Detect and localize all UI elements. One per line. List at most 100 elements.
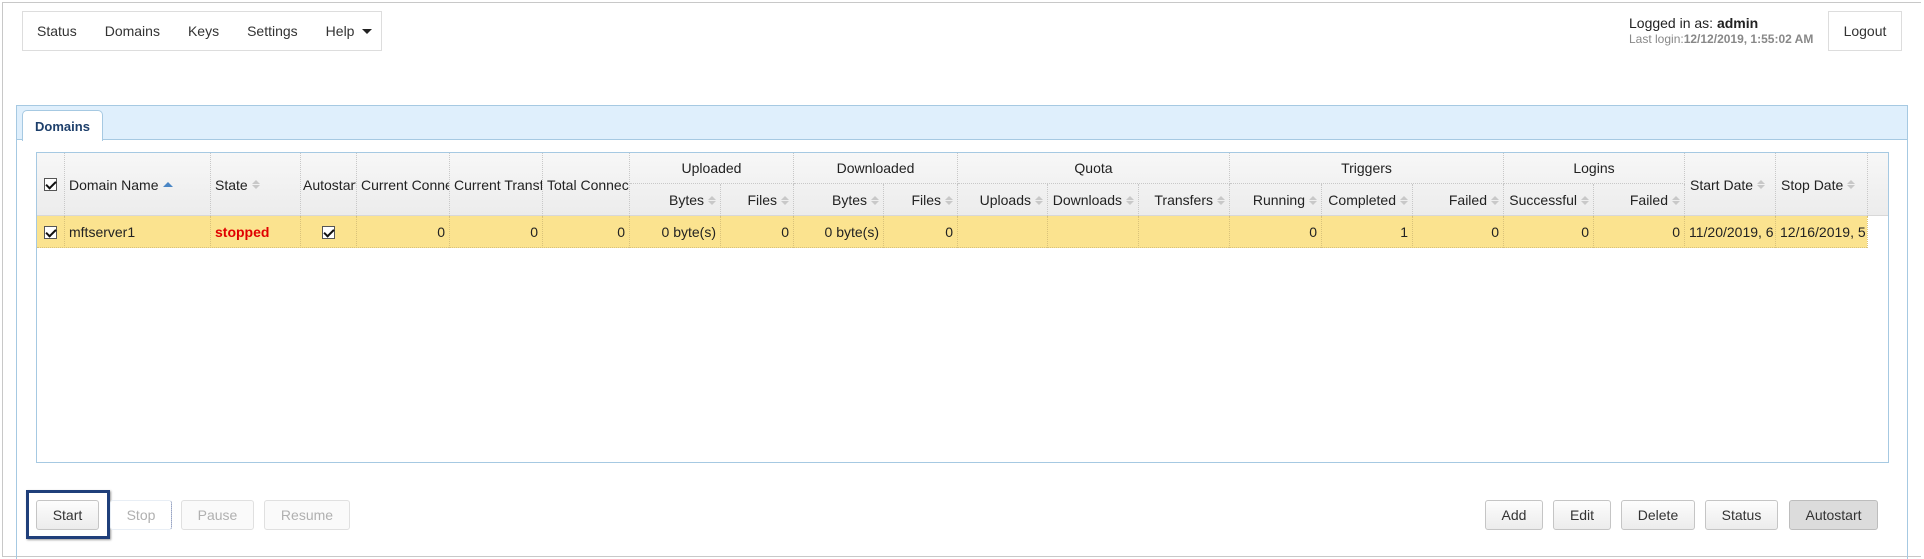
col-label: Files <box>911 192 941 208</box>
cell-triggers-running: 0 <box>1230 216 1322 248</box>
stop-button[interactable]: Stop <box>110 500 172 530</box>
col-quota-transfers[interactable]: Transfers <box>1139 184 1230 216</box>
col-triggers-running[interactable]: Running <box>1230 184 1322 216</box>
edit-button[interactable]: Edit <box>1553 500 1611 530</box>
group-downloaded: Downloaded <box>794 153 958 184</box>
col-label: Completed <box>1328 192 1396 208</box>
group-uploaded: Uploaded <box>630 153 794 184</box>
col-current-transfers-label: Current Transfers <box>454 176 543 193</box>
col-start-date[interactable]: Start Date <box>1685 153 1776 216</box>
row-select-cell <box>37 216 65 248</box>
tab-panel: Domains Domain Name State Autostart Curr… <box>16 105 1908 559</box>
sort-icon <box>251 180 260 189</box>
col-state[interactable]: State <box>211 153 301 216</box>
sort-icon <box>708 195 716 205</box>
cell-stop-date: 12/16/2019, 5 <box>1776 216 1868 248</box>
sort-icon <box>1491 195 1499 205</box>
delete-button[interactable]: Delete <box>1621 500 1695 530</box>
cell-autostart <box>301 216 357 248</box>
col-triggers-completed[interactable]: Completed <box>1322 184 1413 216</box>
col-total-connections[interactable]: Total Connections <box>543 153 630 216</box>
cell-total-connections: 0 <box>543 216 630 248</box>
autostart-button[interactable]: Autostart <box>1789 500 1878 530</box>
group-logins: Logins <box>1504 153 1685 184</box>
status-button[interactable]: Status <box>1705 500 1778 530</box>
group-quota: Quota <box>958 153 1230 184</box>
cell-current-transfers: 0 <box>450 216 543 248</box>
sort-icon <box>945 195 953 205</box>
table-row[interactable]: mftserver1 stopped 0 0 0 0 byte(s) 0 0 b… <box>37 216 1868 248</box>
sort-asc-icon <box>163 182 174 187</box>
col-label: Stop Date <box>1781 176 1844 193</box>
nav-help-label: Help <box>325 23 355 39</box>
grid-header: Domain Name State Autostart Current Conn… <box>37 153 1888 216</box>
col-quota-downloads[interactable]: Downloads <box>1048 184 1139 216</box>
col-label: Uploads <box>979 192 1031 208</box>
cell-quota-downloads <box>1048 216 1139 248</box>
col-label: Downloads <box>1052 192 1122 208</box>
col-current-transfers[interactable]: Current Transfers <box>450 153 543 216</box>
nav-domains[interactable]: Domains <box>105 23 160 39</box>
col-stop-date[interactable]: Stop Date <box>1776 153 1868 216</box>
cell-domain-name: mftserver1 <box>65 216 211 248</box>
sort-icon <box>1309 195 1317 205</box>
col-label: Files <box>747 192 777 208</box>
col-label: Bytes <box>668 192 704 208</box>
top-nav: Status Domains Keys Settings Help <box>22 11 382 51</box>
tab-bar: Domains <box>17 106 1907 141</box>
sort-icon <box>1757 180 1766 189</box>
col-label: Transfers <box>1154 192 1213 208</box>
nav-keys[interactable]: Keys <box>188 23 219 39</box>
col-state-label: State <box>215 176 248 193</box>
nav-settings[interactable]: Settings <box>247 23 298 39</box>
autostart-checkbox[interactable] <box>322 225 335 239</box>
select-all-header <box>37 153 65 216</box>
col-uploaded-bytes[interactable]: Bytes <box>630 184 721 216</box>
username: admin <box>1716 15 1759 31</box>
pause-button[interactable]: Pause <box>181 500 254 530</box>
cell-downloaded-bytes: 0 byte(s) <box>794 216 884 248</box>
sort-icon <box>871 195 879 205</box>
col-current-connections[interactable]: Current Connections <box>357 153 450 216</box>
cell-state: stopped <box>211 216 301 248</box>
col-label: Successful <box>1509 192 1577 208</box>
logged-in-label: Logged in as: <box>1629 15 1717 31</box>
sort-icon <box>1847 180 1856 189</box>
sort-icon <box>781 195 789 205</box>
col-triggers-failed[interactable]: Failed <box>1413 184 1504 216</box>
cell-current-connections: 0 <box>357 216 450 248</box>
logout-button[interactable]: Logout <box>1828 11 1902 51</box>
cell-logins-successful: 0 <box>1504 216 1594 248</box>
sort-icon <box>1581 195 1589 205</box>
col-uploaded-files[interactable]: Files <box>721 184 794 216</box>
resume-button[interactable]: Resume <box>264 500 350 530</box>
add-button[interactable]: Add <box>1485 500 1543 530</box>
tab-domains[interactable]: Domains <box>22 110 103 141</box>
row-select-checkbox[interactable] <box>44 225 57 239</box>
last-login-value: 12/12/2019, 1:55:02 AM <box>1683 32 1814 46</box>
caret-down-icon <box>362 28 373 34</box>
col-logins-failed[interactable]: Failed <box>1594 184 1685 216</box>
col-quota-uploads[interactable]: Uploads <box>958 184 1048 216</box>
domains-grid: Domain Name State Autostart Current Conn… <box>36 152 1889 463</box>
sort-icon <box>1400 195 1408 205</box>
col-downloaded-files[interactable]: Files <box>884 184 958 216</box>
col-total-connections-label: Total Connections <box>547 176 629 193</box>
col-downloaded-bytes[interactable]: Bytes <box>794 184 884 216</box>
nav-status[interactable]: Status <box>37 23 77 39</box>
cell-logins-failed: 0 <box>1594 216 1685 248</box>
cell-start-date: 11/20/2019, 6 <box>1685 216 1776 248</box>
col-label: Bytes <box>831 192 867 208</box>
nav-help[interactable]: Help <box>326 23 373 39</box>
sort-icon <box>1126 195 1134 205</box>
col-label: Failed <box>1629 192 1668 208</box>
cell-quota-transfers <box>1139 216 1230 248</box>
cell-downloaded-files: 0 <box>884 216 958 248</box>
col-autostart[interactable]: Autostart <box>301 153 357 216</box>
select-all-checkbox[interactable] <box>44 178 57 191</box>
cell-quota-uploads <box>958 216 1048 248</box>
col-domain-name[interactable]: Domain Name <box>65 153 211 216</box>
start-button[interactable]: Start <box>36 500 99 530</box>
col-logins-successful[interactable]: Successful <box>1504 184 1594 216</box>
last-login-label: Last login: <box>1629 32 1684 46</box>
